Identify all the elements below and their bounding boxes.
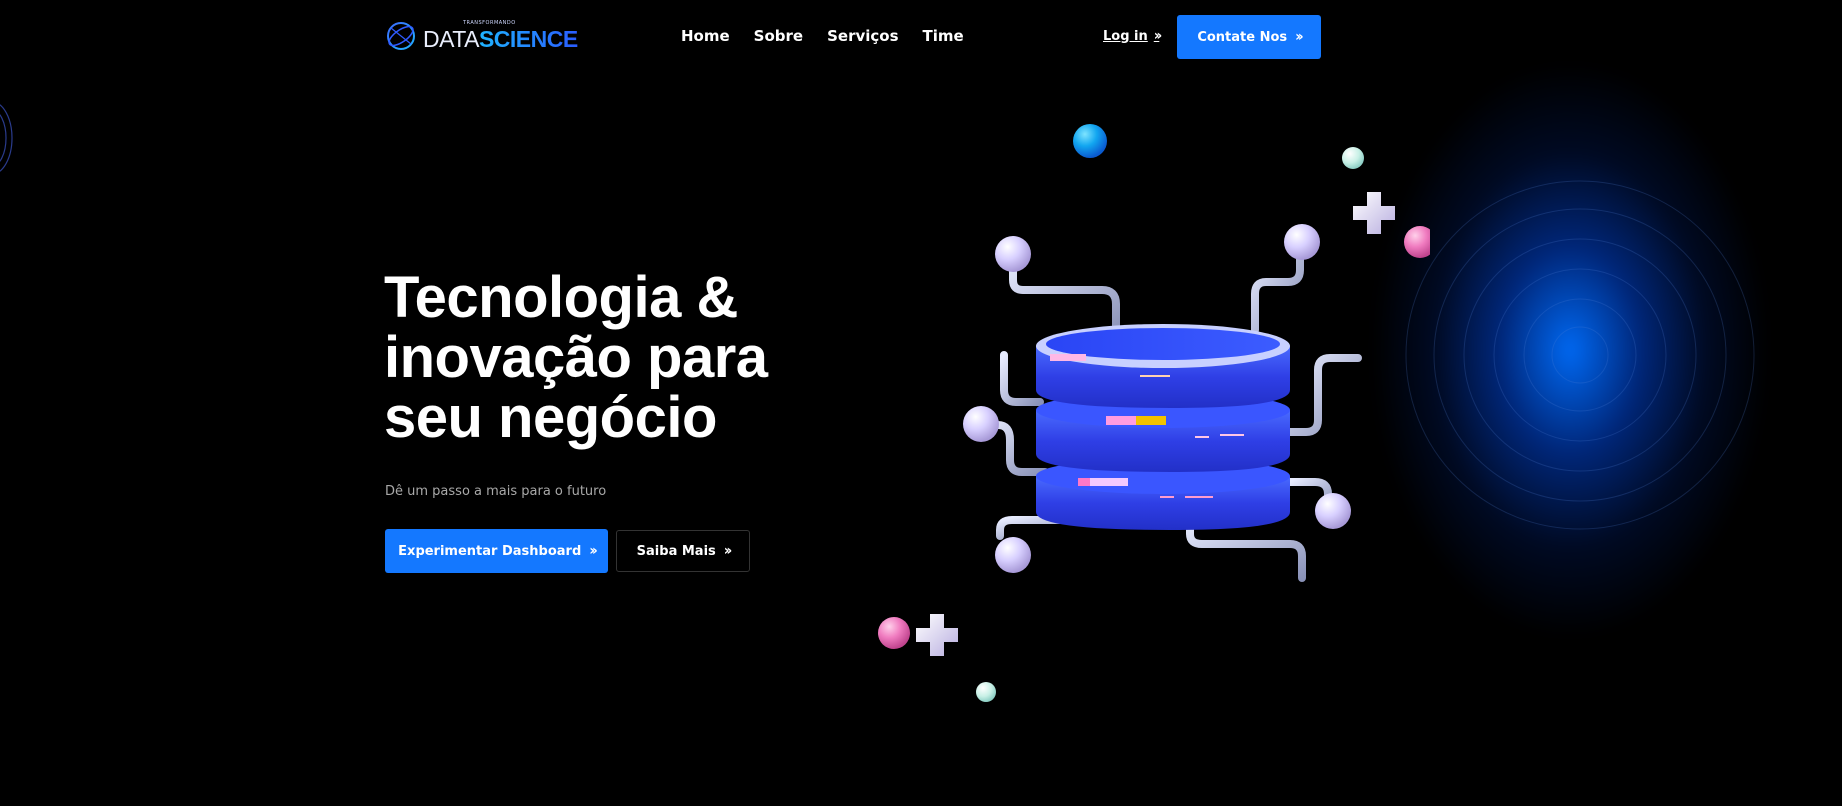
nav-item-time[interactable]: Time: [923, 27, 964, 45]
hero-title: Tecnologia & inovação para seu negócio: [384, 268, 844, 448]
hero-title-line: Tecnologia &: [384, 265, 738, 330]
double-chevron-right-icon: ››: [589, 543, 597, 559]
brand-name-science: SCIENCE: [478, 26, 578, 52]
main-nav: Home Sobre Serviços Time: [681, 27, 964, 45]
double-chevron-right-icon: ››: [1153, 28, 1162, 44]
login-label: Log in: [1103, 28, 1148, 44]
nav-item-servicos[interactable]: Serviços: [827, 27, 898, 45]
double-chevron-right-icon: ››: [1295, 29, 1303, 45]
contact-button[interactable]: Contate Nos ››: [1177, 15, 1321, 59]
login-link[interactable]: Log in ››: [1103, 28, 1162, 44]
hero-title-line: seu negócio: [384, 385, 717, 450]
hero-subtitle: Dê um passo a mais para o futuro: [385, 484, 607, 499]
learn-more-label: Saiba Mais: [636, 543, 716, 559]
try-dashboard-button[interactable]: Experimentar Dashboard ››: [385, 529, 608, 573]
nav-item-sobre[interactable]: Sobre: [754, 27, 803, 45]
nav-item-home[interactable]: Home: [681, 27, 730, 45]
contact-button-label: Contate Nos: [1197, 29, 1288, 45]
landing-page: TRANSFORMANDO DATA SCIENCE Home Sobre Se…: [0, 0, 1842, 806]
orbit-arc-decoration: [0, 104, 13, 172]
concentric-rings-decoration: [1405, 180, 1755, 530]
learn-more-button[interactable]: Saiba Mais ››: [616, 530, 750, 572]
try-dashboard-label: Experimentar Dashboard: [398, 543, 582, 559]
brand-name-data: DATA: [423, 26, 479, 52]
double-chevron-right-icon: ››: [723, 543, 732, 559]
hero-title-line: inovação para: [384, 325, 768, 390]
brand-logo[interactable]: TRANSFORMANDO DATA SCIENCE: [385, 20, 578, 52]
database-server-icon: [878, 124, 1430, 702]
globe-orbit-icon: [387, 22, 415, 50]
